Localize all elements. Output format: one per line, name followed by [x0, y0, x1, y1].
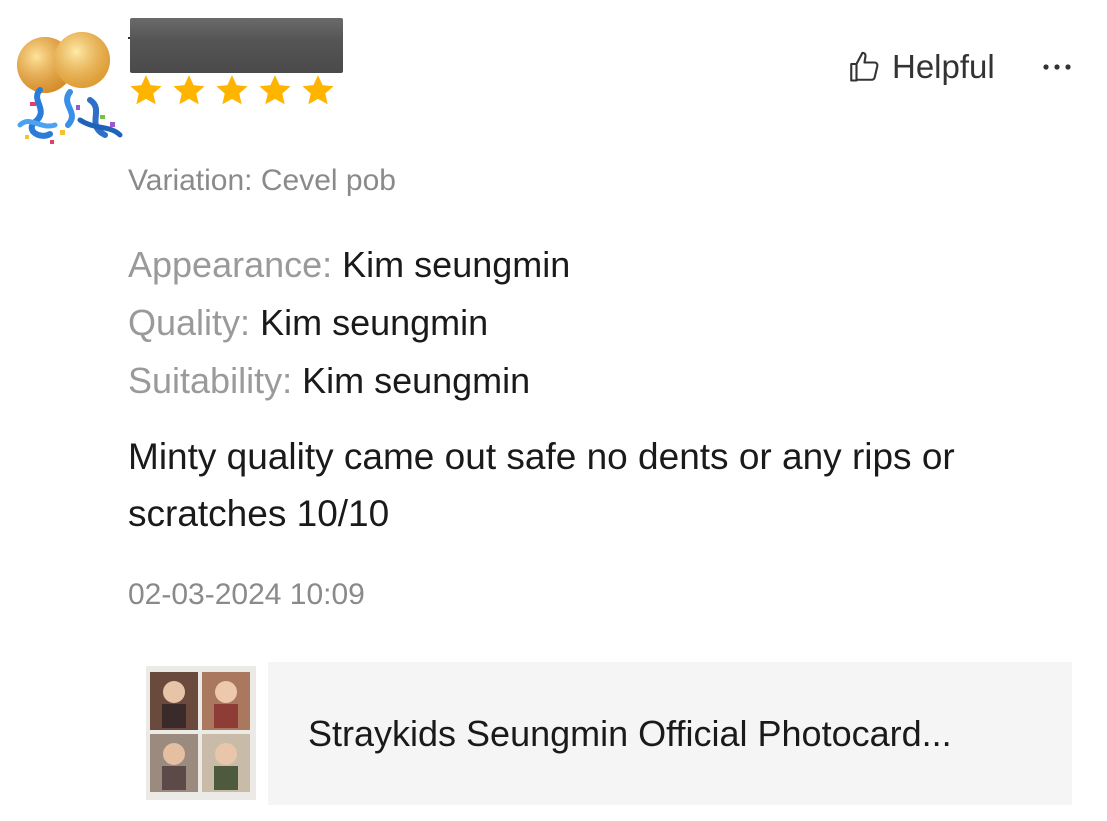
avatar-image: [17, 32, 123, 144]
photocard-image: [146, 666, 256, 800]
thumbs-up-icon: [850, 51, 879, 82]
attribute-value: Kim seungmin: [260, 302, 489, 343]
star-icon: [130, 75, 162, 105]
attribute-value: Kim seungmin: [302, 360, 531, 401]
attribute-key: Suitability:: [128, 360, 293, 401]
product-thumbnail: [128, 662, 268, 805]
attribute-row: Appearance: Kim seungmin: [128, 244, 570, 286]
attribute-value: Kim seungmin: [342, 244, 571, 285]
product-title: Straykids Seungmin Official Photocard...: [308, 712, 952, 754]
attribute-key: Appearance:: [128, 244, 333, 285]
username-redacted: [130, 18, 343, 73]
attribute-row: Quality: Kim seungmin: [128, 302, 488, 344]
more-horizontal-icon[interactable]: [1040, 52, 1074, 82]
star-icon: [302, 75, 334, 105]
rating-stars: [127, 72, 337, 110]
attribute-row: Suitability: Kim seungmin: [128, 360, 530, 402]
star-icon: [259, 75, 291, 105]
product-card[interactable]: Straykids Seungmin Official Photocard...: [128, 662, 1072, 805]
star-icon: [173, 75, 205, 105]
helpful-button[interactable]: Helpful: [846, 48, 995, 86]
helpful-label: Helpful: [892, 48, 995, 85]
variation-label: Variation: Cevel pob: [128, 164, 396, 197]
review-text: Minty quality came out safe no dents or …: [128, 436, 955, 534]
avatar[interactable]: [10, 30, 125, 148]
star-icon: [216, 75, 248, 105]
review-date: 02-03-2024 10:09: [128, 578, 365, 611]
attribute-key: Quality:: [128, 302, 251, 343]
